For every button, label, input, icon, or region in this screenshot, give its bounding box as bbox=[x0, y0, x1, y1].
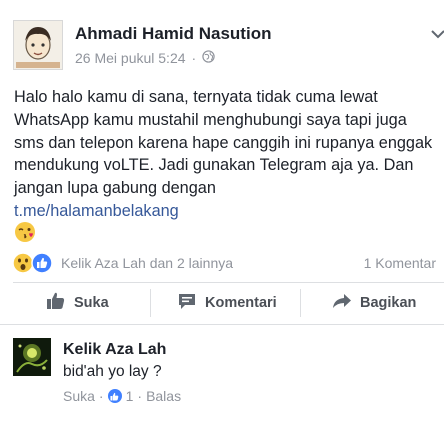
comment-meta-dot: · bbox=[98, 388, 104, 404]
comment-meta-dot: · bbox=[137, 388, 143, 404]
action-separator bbox=[300, 289, 301, 317]
comment-icon bbox=[177, 291, 197, 315]
comment-button-label: Komentari bbox=[205, 295, 277, 311]
meta-separator: · bbox=[191, 50, 197, 66]
post-timestamp[interactable]: 26 Mei pukul 5:24 bbox=[75, 50, 186, 66]
reaction-icons bbox=[12, 252, 53, 279]
post-header: Ahmadi Hamid Nasution 26 Mei pukul 5:24 … bbox=[0, 0, 444, 80]
reaction-names[interactable]: Kelik Aza Lah dan 2 lainnya bbox=[61, 255, 233, 271]
share-arrow-icon bbox=[332, 291, 352, 315]
like-button-label: Suka bbox=[74, 295, 109, 311]
comment-meta: Suka · 1 · Balas bbox=[63, 388, 181, 404]
kiss-wink-emoji bbox=[14, 221, 36, 248]
post-body: Halo halo kamu di sana, ternyata tidak c… bbox=[14, 86, 439, 223]
commenter-avatar[interactable] bbox=[13, 338, 51, 376]
post-link[interactable]: t.me/halamanbelakang bbox=[14, 202, 179, 220]
like-button[interactable]: Suka bbox=[46, 291, 109, 315]
comment-like-count[interactable]: 1 bbox=[126, 388, 134, 404]
commenter-name[interactable]: Kelik Aza Lah bbox=[63, 341, 166, 359]
globe-icon bbox=[202, 50, 215, 66]
reactions-row[interactable]: Kelik Aza Lah dan 2 lainnya 1 Komentar bbox=[0, 249, 444, 279]
action-bar: Suka Komentari Bagikan bbox=[0, 283, 444, 323]
comment-text: bid'ah yo lay ? bbox=[63, 363, 162, 380]
like-reaction-icon bbox=[31, 252, 53, 279]
post-text: Halo halo kamu di sana, ternyata tidak c… bbox=[14, 88, 433, 198]
post-meta: 26 Mei pukul 5:24 · bbox=[75, 50, 215, 66]
share-button-label: Bagikan bbox=[360, 295, 417, 311]
chevron-down-icon[interactable] bbox=[428, 24, 444, 44]
share-button[interactable]: Bagikan bbox=[332, 291, 416, 315]
action-separator bbox=[150, 289, 151, 317]
like-badge-icon bbox=[107, 389, 122, 403]
comment-like-link[interactable]: Suka bbox=[63, 388, 95, 404]
thumbs-up-icon bbox=[46, 291, 66, 315]
comment-count[interactable]: 1 Komentar bbox=[364, 255, 436, 271]
comment-section: Kelik Aza Lah bid'ah yo lay ? Suka · 1 ·… bbox=[0, 325, 444, 430]
comment-button[interactable]: Komentari bbox=[177, 291, 277, 315]
author-avatar[interactable] bbox=[13, 20, 63, 70]
comment-reply-link[interactable]: Balas bbox=[146, 388, 181, 404]
post-author-name[interactable]: Ahmadi Hamid Nasution bbox=[75, 24, 271, 44]
